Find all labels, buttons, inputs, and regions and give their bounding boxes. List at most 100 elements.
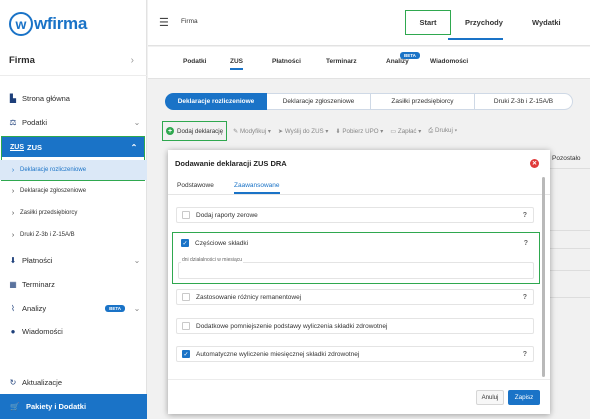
chevron-down-icon: ⌄ xyxy=(133,117,141,127)
send-to-zus-button[interactable]: ➤ Wyślij do ZUS ▾ xyxy=(278,128,329,135)
add-declaration-button[interactable]: + Dodaj deklarację xyxy=(162,121,228,141)
help-icon[interactable]: ? xyxy=(523,351,527,358)
download-upo-button[interactable]: ⬇ Pobierz UPO ▾ xyxy=(336,128,384,135)
tab-deklaracje-zgloszeniowe[interactable]: Deklaracje zgłoszeniowe xyxy=(267,93,371,110)
column-header-pozostalo: Pozostało xyxy=(552,155,581,162)
tab-druki[interactable]: Druki Z-3b i Z-15A/B xyxy=(475,93,573,110)
top-nav-start[interactable]: Start xyxy=(405,10,451,35)
sidebar-item-label: Terminarz xyxy=(22,279,55,289)
option-label: Automatyczne wyliczenie miesięcznej skła… xyxy=(196,350,360,358)
tab-zus[interactable]: ZUS xyxy=(230,58,243,70)
sidebar-item-label: Podatki xyxy=(22,117,48,127)
topbar: ☰ Firma Start Przychody Wydatki xyxy=(148,0,590,46)
top-nav-wydatki[interactable]: Wydatki xyxy=(532,18,561,27)
sidebar-header[interactable]: Firma › xyxy=(0,46,147,76)
option-label: Dodatkowe pomniejszenie podstawy wylicze… xyxy=(196,322,388,330)
tab-terminarz[interactable]: Terminarz xyxy=(326,58,357,65)
divider xyxy=(168,379,550,380)
checkbox[interactable] xyxy=(182,293,190,301)
tab-podatki[interactable]: Podatki xyxy=(183,58,206,65)
sidebar-item-updates[interactable]: ↻ Aktualizacje xyxy=(0,372,147,392)
option-extra-health-reduction[interactable]: Dodatkowe pomniejszenie podstawy wylicze… xyxy=(176,318,534,334)
sidebar-item-taxes[interactable]: ⚖ Podatki ⌄ xyxy=(0,112,147,132)
sidebar-subitem-label: Zasiłki przedsiębiorcy xyxy=(20,210,78,216)
toolbar: + Dodaj deklarację ✎ Modyfikuj ▾ ➤ Wyśli… xyxy=(162,121,464,141)
pay-button[interactable]: ▭ Zapłać ▾ xyxy=(390,128,421,135)
topbar-title: Firma xyxy=(181,18,198,25)
close-icon[interactable]: ✕ xyxy=(530,159,539,168)
sidebar-subitem-druki[interactable]: › Druki Z-3b i Z-15A/B xyxy=(0,226,147,244)
option-auto-health-contribution[interactable]: ✓ Automatyczne wyliczenie miesięcznej sk… xyxy=(176,346,534,362)
menu-icon[interactable]: ☰ xyxy=(159,16,169,29)
divider xyxy=(548,230,590,231)
sidebar-subitem-deklaracje-rozliczeniowe[interactable]: › Deklaracje rozliczeniowe xyxy=(0,160,147,180)
help-icon[interactable]: ? xyxy=(523,212,527,219)
sidebar-item-analytics[interactable]: ⌇ Analizy BETA ⌄ xyxy=(0,298,147,318)
cart-icon: 🛒 xyxy=(10,402,20,411)
option-partial-contributions[interactable]: ✓ Częściowe składki ? xyxy=(176,235,534,251)
page-tabs: Deklaracje rozliczeniowe Deklaracje zgło… xyxy=(165,93,573,110)
logo[interactable]: w wfirma xyxy=(9,9,87,39)
sidebar-item-home[interactable]: ▙ Strona główna xyxy=(0,88,147,108)
beta-badge: BETA xyxy=(400,52,420,59)
cancel-button[interactable]: Anuluj xyxy=(476,390,504,405)
sidebar-item-label: Płatności xyxy=(22,255,53,265)
chevron-down-icon: ⌄ xyxy=(133,303,141,313)
add-declaration-label: Dodaj deklarację xyxy=(177,127,224,135)
top-nav-przychody[interactable]: Przychody xyxy=(465,18,503,27)
tab-zasilki[interactable]: Zasiłki przedsiębiorcy xyxy=(371,93,475,110)
calendar-icon: ▦ xyxy=(9,279,17,289)
sidebar-subitem-label: Druki Z-3b i Z-15A/B xyxy=(20,232,75,238)
zus-icon: ZUS xyxy=(10,143,24,151)
divider xyxy=(548,297,590,298)
tab-zaawansowane[interactable]: Zaawansowane xyxy=(234,182,280,194)
sidebar-item-label: Wiadomości xyxy=(22,326,63,336)
tab-analizy[interactable]: Analizy xyxy=(386,58,409,65)
logo-text: wfirma xyxy=(34,14,87,33)
sidebar-item-label: Strona główna xyxy=(22,93,70,103)
sidebar-item-packages[interactable]: 🛒 Pakiety i Dodatki xyxy=(0,394,147,419)
checkbox-checked[interactable]: ✓ xyxy=(182,350,190,358)
checkbox[interactable] xyxy=(182,211,190,219)
section-nav: Podatki ZUS Płatności Terminarz Analizy … xyxy=(148,47,590,79)
help-icon[interactable]: ? xyxy=(524,240,528,247)
active-indicator xyxy=(448,38,503,40)
divider xyxy=(548,270,590,271)
sidebar-item-payments[interactable]: ⬇ Płatności ⌄ xyxy=(0,250,147,270)
add-declaration-dialog: Dodawanie deklaracji ZUS DRA ✕ Podstawow… xyxy=(168,150,550,414)
tab-deklaracje-rozliczeniowe[interactable]: Deklaracje rozliczeniowe xyxy=(165,93,267,110)
scrollbar[interactable] xyxy=(542,177,545,377)
checkbox[interactable] xyxy=(182,322,190,330)
checkbox-checked[interactable]: ✓ xyxy=(181,239,189,247)
divider xyxy=(548,248,590,249)
modify-button[interactable]: ✎ Modyfikuj ▾ xyxy=(233,128,271,135)
sidebar-item-zus[interactable]: ZUS ZUS ⌃ xyxy=(2,137,144,157)
chevron-right-icon: › xyxy=(130,55,134,66)
analytics-icon: ⌇ xyxy=(11,303,15,313)
tab-wiadomosci[interactable]: Wiadomości xyxy=(430,58,468,65)
tab-podstawowe[interactable]: Podstawowe xyxy=(177,182,214,189)
sidebar-item-label: ZUS xyxy=(27,142,42,152)
sidebar-subitem-zasilki[interactable]: › Zasiłki przedsiębiorcy xyxy=(0,204,147,222)
home-icon: ▙ xyxy=(9,93,17,103)
option-zero-reports[interactable]: Dodaj raporty zerowe ? xyxy=(176,207,534,223)
sidebar-item-messages[interactable]: ● Wiadomości xyxy=(0,321,147,341)
help-icon[interactable]: ? xyxy=(523,294,527,301)
sidebar-subitem-label: Deklaracje rozliczeniowe xyxy=(20,167,87,173)
sidebar-item-calendar[interactable]: ▦ Terminarz xyxy=(0,274,147,294)
sidebar-subitem-deklaracje-zgloszeniowe[interactable]: › Deklaracje zgłoszeniowe xyxy=(0,182,147,200)
chevron-right-icon: › xyxy=(11,166,15,174)
save-button[interactable]: Zapisz xyxy=(508,390,540,405)
option-label: Zastosowanie różnicy remanentowej xyxy=(196,293,302,301)
chevron-right-icon: › xyxy=(11,187,15,195)
chevron-up-icon: ⌃ xyxy=(130,142,138,152)
divider xyxy=(168,194,550,195)
option-inventory-difference[interactable]: Zastosowanie różnicy remanentowej ? xyxy=(176,289,534,305)
tab-platnosci[interactable]: Płatności xyxy=(272,58,301,65)
sidebar: w wfirma Firma › ▙ Strona główna ⚖ Podat… xyxy=(0,0,147,419)
business-days-field[interactable] xyxy=(178,262,534,279)
print-button[interactable]: ⎙ Drukuj ▾ xyxy=(428,127,457,135)
business-days-label: dni działalności w miesiącu xyxy=(181,257,244,263)
beta-badge: BETA xyxy=(105,304,125,312)
chevron-right-icon: › xyxy=(11,209,15,217)
